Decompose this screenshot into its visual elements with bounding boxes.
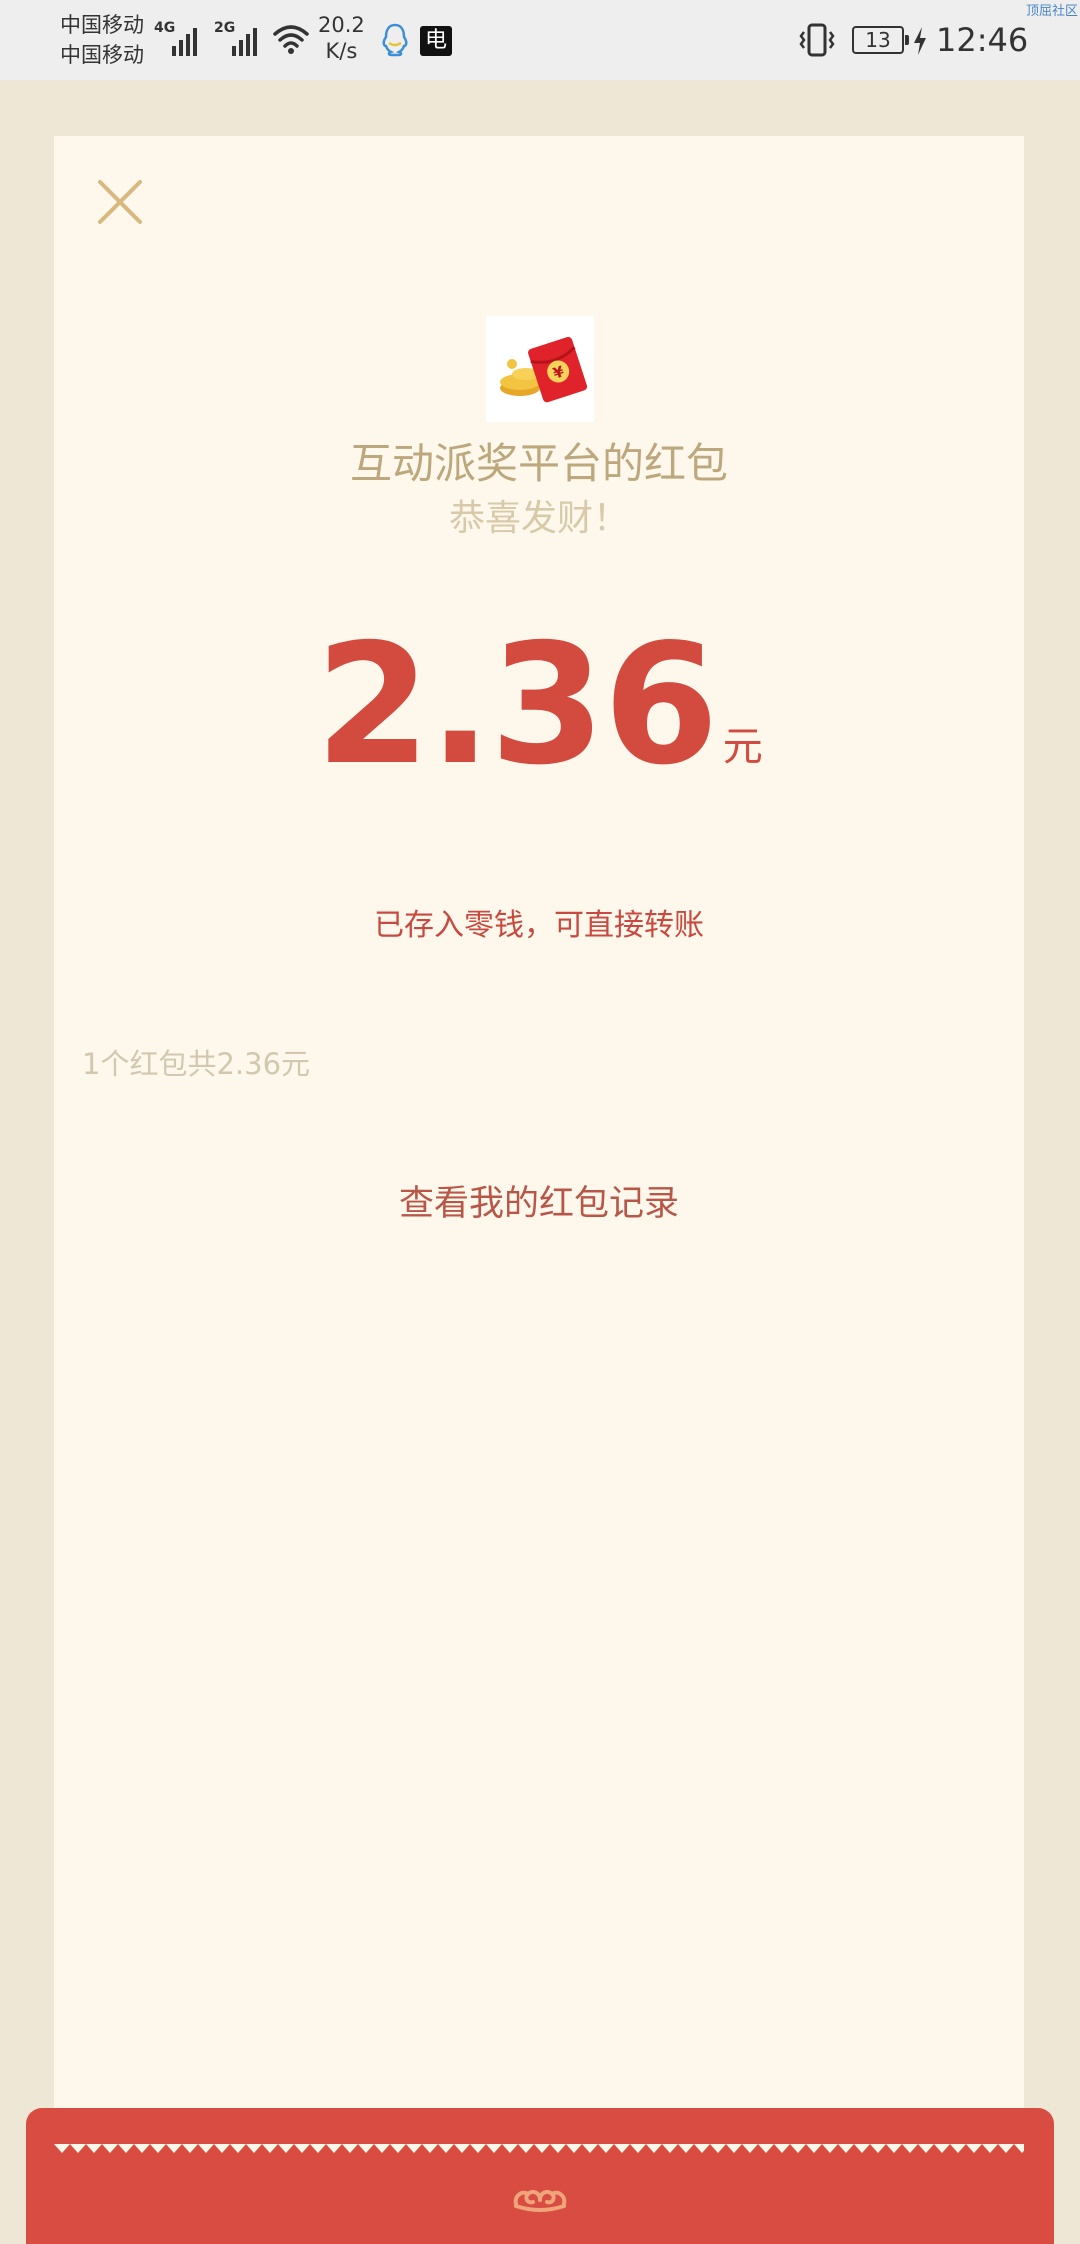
watermark: 顶屈社区 (1025, 4, 1078, 19)
red-packet-coins-icon: ¥ (500, 336, 588, 403)
bottom-red-band (26, 2108, 1054, 2244)
red-packet-card: ¥ 互动派奖平台的红包 恭喜发财！ 2.36 元 已存入零钱，可直接转账 1个红包… (54, 136, 1024, 2148)
carrier-2: 中国移动 (60, 43, 144, 67)
signal-bars-icon (232, 28, 257, 56)
signal-bars-icon (172, 28, 197, 56)
packet-summary: 1个红包共2.36元 (82, 1047, 311, 1081)
carrier-info: 中国移动 中国移动 (60, 10, 144, 70)
wifi-icon (273, 25, 309, 54)
battery-icon: 13 (852, 26, 909, 54)
sender-avatar: ¥ (486, 316, 594, 422)
auspicious-cloud-icon (513, 2190, 567, 2212)
close-icon[interactable] (92, 174, 148, 230)
charging-bolt-icon (914, 27, 926, 55)
status-bar: 中国移动 中国移动 4G 2G 20.2 K/s 电 13 12:46 顶屈社区 (0, 0, 1080, 80)
saved-to-balance-note: 已存入零钱，可直接转账 (374, 908, 704, 943)
amount-display: 2.36 元 (54, 606, 1024, 806)
zigzag-edge (54, 2144, 1024, 2158)
amount-unit: 元 (722, 724, 763, 770)
sender-name: 互动派奖平台的红包 (349, 439, 728, 488)
view-records-link[interactable]: 查看我的红包记录 (54, 1178, 1024, 1230)
news-app-icon: 电 (420, 26, 452, 56)
qq-icon (382, 23, 408, 57)
speed-value: 20.2 (318, 13, 365, 37)
greeting-text: 恭喜发财！ (448, 498, 629, 539)
vibrate-icon (799, 23, 835, 57)
amount-value: 2.36 (315, 609, 719, 802)
speed-unit: K/s (325, 39, 358, 63)
network-speed: 20.2 K/s (318, 12, 365, 64)
clock: 12:46 (936, 21, 1029, 59)
carrier-1: 中国移动 (60, 13, 144, 37)
